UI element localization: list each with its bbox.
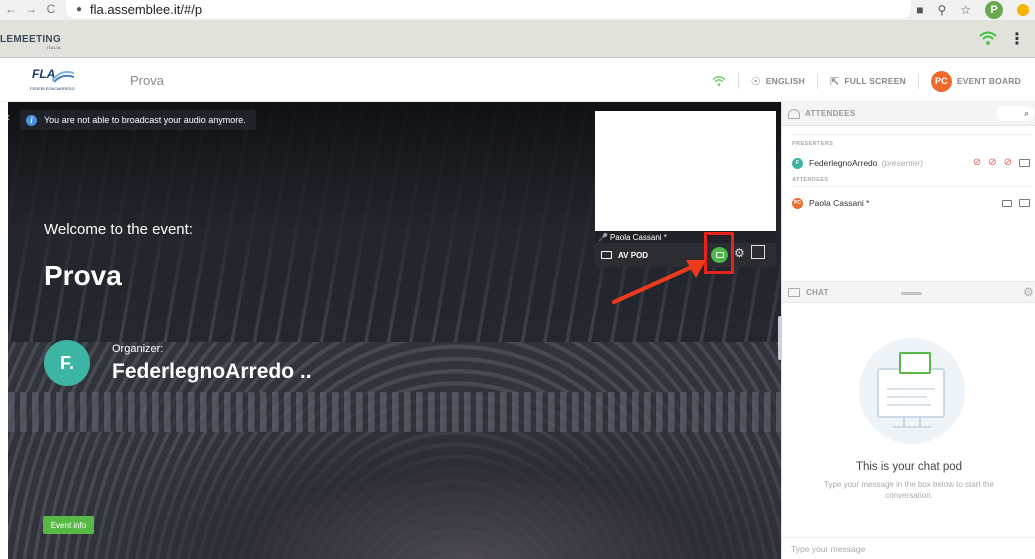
app-logo-text: LEMEETING <box>0 34 62 45</box>
no-video-icon: ⊘ <box>972 157 982 168</box>
line-shape <box>887 388 935 390</box>
language-button[interactable]: ENGLISH <box>766 76 805 86</box>
line-shape <box>887 404 931 406</box>
av-video-feed <box>595 111 776 231</box>
screen-icon <box>1019 199 1030 207</box>
chat-empty-title: This is your chat pod <box>855 461 963 473</box>
browser-actions: ■ ⚲ ☆ P <box>916 0 1035 20</box>
attendee-avatar: PC <box>792 197 803 209</box>
notice-text: You are not able to broadcast your audio… <box>44 115 246 125</box>
user-avatar[interactable]: PC <box>930 70 952 92</box>
pane-drag-handle[interactable] <box>901 292 922 295</box>
right-sidebar: ATTENDEES ⌕ PRESENTERS F FederlegnoArred… <box>781 102 1035 559</box>
attendees-search-icon[interactable]: ⌕ <box>996 106 1034 121</box>
annotation-arrow <box>612 260 706 304</box>
presenter-status-icons: ⊘ ⊘ ⊘ <box>973 157 1030 168</box>
brand-logo-sub: FEDERLEGNOARREDO <box>30 86 75 91</box>
back-icon[interactable]: ← <box>4 2 18 16</box>
organizer-label: Organizer: <box>112 343 164 355</box>
event-header: FLA FEDERLEGNOARREDO Prova ☉ ENGLISH ⇱ F… <box>0 59 1035 102</box>
video-camera-icon <box>1002 200 1012 207</box>
organizer-avatar: F. <box>44 340 90 386</box>
presenter-avatar: F <box>792 157 803 169</box>
av-participant-bar: 🎤 Paola Cassani * <box>595 231 776 243</box>
sidebar-resize-handle[interactable] <box>778 316 782 360</box>
app-menu-icon[interactable]: ⋮ <box>1009 29 1025 49</box>
mic-off-icon: ⊘ <box>988 157 997 168</box>
event-title: Prova <box>130 73 164 88</box>
attendee-item[interactable]: PC Paola Cassani * <box>792 195 1035 211</box>
monitor-base <box>893 426 931 428</box>
av-expand-icon[interactable] <box>751 245 765 259</box>
divider <box>816 73 818 89</box>
attendees-title: ATTENDEES <box>805 109 856 118</box>
divider <box>792 186 1032 187</box>
attendee-status-icons <box>1002 197 1030 207</box>
divider <box>917 73 919 89</box>
app-logo: LEMEETING ITALIA <box>0 34 61 50</box>
app-logo-sub: ITALIA <box>46 45 62 50</box>
av-settings-icon[interactable]: ⚙ <box>734 246 745 260</box>
star-icon[interactable]: ☆ <box>960 3 971 17</box>
mic-icon: 🎤 <box>598 232 608 242</box>
speech-bubble-icon <box>899 352 931 374</box>
reload-icon[interactable]: C <box>44 2 58 16</box>
attendees-pane-header: ATTENDEES ⌕ <box>782 102 1035 126</box>
chat-settings-icon[interactable]: ⚙ <box>1023 285 1034 299</box>
welcome-text: Welcome to the event: <box>44 221 193 238</box>
browser-toolbar: ← → C ● fla.assemblee.it/#/p ■ ⚲ ☆ P <box>0 0 1035 20</box>
divider <box>792 134 1032 135</box>
chat-empty-subtitle: Type your message in the box below to st… <box>824 480 994 500</box>
organizer-name: FederlegnoArredo .. <box>112 360 312 383</box>
presenter-name: FederlegnoArredo <box>809 158 878 168</box>
chat-title-label: CHAT <box>806 287 829 297</box>
audio-notice: i You are not able to broadcast your aud… <box>20 110 256 130</box>
event-name: Prova <box>44 260 122 291</box>
event-info-button[interactable]: Event info <box>43 516 94 534</box>
url-text: fla.assemblee.it/#/p <box>90 1 203 17</box>
no-share-icon: ⊘ <box>1003 157 1012 168</box>
screen-icon <box>1019 159 1030 167</box>
chat-pane-header: CHAT ⚙ <box>782 281 1035 303</box>
lock-icon: ● <box>76 3 83 15</box>
camera-indicator-icon[interactable]: ■ <box>916 3 923 17</box>
fullscreen-icon: ⇱ <box>829 75 840 88</box>
av-participant-name: Paola Cassani * <box>609 232 667 242</box>
chat-icon <box>788 287 800 297</box>
header-actions: ☉ ENGLISH ⇱ FULL SCREEN PC EVENT BOARD <box>712 68 1021 94</box>
attendees-icon <box>788 108 800 119</box>
chat-input-placeholder: Type your message <box>791 543 866 554</box>
brand-logo: FLA FEDERLEGNOARREDO <box>30 67 76 93</box>
address-bar[interactable]: ● fla.assemblee.it/#/p <box>66 0 911 18</box>
presenter-item[interactable]: F FederlegnoArredo (presenter) ⊘ ⊘ ⊘ <box>792 155 1035 171</box>
wifi-icon <box>979 31 997 45</box>
app-bar: LEMEETING ITALIA ⋮ <box>0 20 1035 58</box>
collapse-chevron-icon[interactable]: ‹ <box>8 110 10 124</box>
full-screen-button[interactable]: FULL SCREEN <box>844 76 906 86</box>
monitor-stand <box>903 418 921 426</box>
brand-wave-icon <box>52 71 74 83</box>
key-icon[interactable]: ⚲ <box>937 3 946 17</box>
line-shape <box>887 396 927 398</box>
info-icon: i <box>26 114 37 126</box>
chat-message-input[interactable]: Type your message <box>782 537 1035 559</box>
profile-avatar[interactable]: P <box>985 1 1003 19</box>
globe-icon: ☉ <box>750 75 761 88</box>
divider <box>737 73 739 89</box>
monitor-shape <box>877 368 945 418</box>
chat-empty-illustration <box>859 338 965 444</box>
event-board-button[interactable]: EVENT BOARD <box>957 76 1021 86</box>
attendees-group-label: ATTENDEES <box>792 177 829 183</box>
presenters-label: PRESENTERS <box>792 141 834 147</box>
connection-icon <box>712 76 726 87</box>
forward-icon[interactable]: → <box>24 2 38 16</box>
presenter-role: (presenter) <box>881 158 924 168</box>
extension-icon[interactable] <box>1017 4 1029 16</box>
attendee-name: Paola Cassani * <box>809 198 870 208</box>
